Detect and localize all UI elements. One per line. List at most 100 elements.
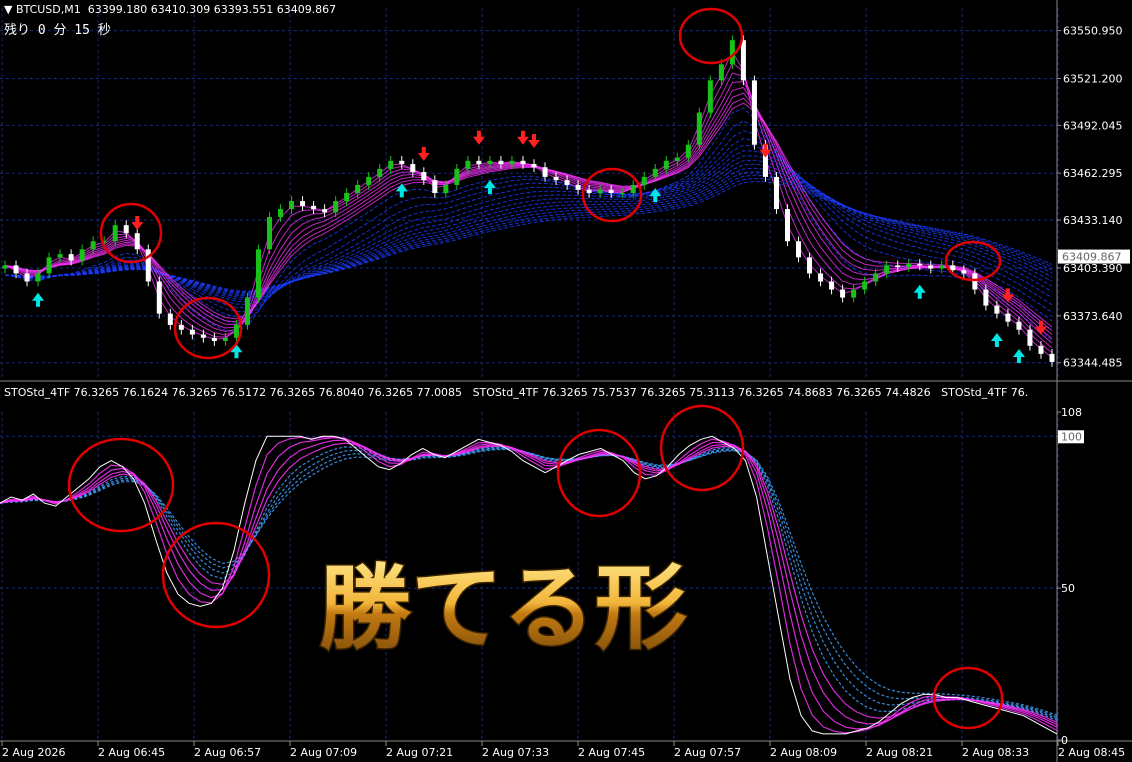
- buy-arrow-icon: [230, 344, 243, 359]
- candle-bull: [851, 289, 857, 298]
- price-ribbon-magenta: [4, 62, 1053, 354]
- candle-bull: [388, 160, 394, 169]
- candle-bull: [884, 265, 890, 274]
- candle-bull: [377, 168, 383, 177]
- candle-bull: [355, 184, 361, 193]
- candle-bear: [740, 40, 746, 81]
- price-ribbon-magenta: [4, 97, 1053, 331]
- osc-tick-label: 50: [1061, 582, 1075, 595]
- symbol-label[interactable]: ▼ BTCUSD,M1: [4, 3, 81, 16]
- time-tick-label: 2 Aug 07:57: [674, 746, 741, 759]
- price-tick-label: 63462.295: [1063, 167, 1123, 180]
- highlight-circle: [99, 202, 163, 264]
- price-tick-label: 63550.950: [1063, 25, 1123, 38]
- buy-arrow-icon: [32, 292, 45, 307]
- candle-bull: [90, 241, 96, 250]
- candle-bull: [57, 254, 63, 258]
- candle-bear: [840, 289, 846, 298]
- sell-arrow-icon: [417, 146, 430, 161]
- current-price-label: 63409.867: [1062, 251, 1122, 264]
- candle-bear: [575, 184, 581, 190]
- ohlc-readout: 63399.180 63410.309 63393.551 63409.867: [87, 3, 337, 16]
- time-tick-label: 2 Aug 08:45: [1058, 746, 1125, 759]
- candle-bear: [950, 265, 956, 271]
- osc-tick-label: 100: [1061, 430, 1082, 443]
- price-ribbon-magenta: [4, 92, 1053, 335]
- candle-bull: [112, 225, 118, 242]
- candle-bear: [13, 265, 19, 274]
- price-ribbon-blue: [4, 155, 1053, 303]
- candle-bull: [79, 249, 85, 261]
- candle-bull: [2, 265, 8, 269]
- price-tick-label: 63433.140: [1063, 214, 1123, 227]
- candle-bull: [244, 297, 250, 325]
- candle-bear: [498, 160, 504, 165]
- candle-bear: [784, 209, 790, 242]
- candle-bear: [972, 273, 978, 290]
- sell-arrow-icon: [131, 216, 144, 230]
- time-tick-label: 2 Aug 07:09: [290, 746, 357, 759]
- indicator-values-2: STOStd_4TF 76.3265 75.7537 76.3265 75.31…: [472, 386, 931, 399]
- bar-timer: 残り 0 分 15 秒: [4, 23, 111, 38]
- buy-arrow-icon: [1012, 349, 1025, 364]
- candle-bear: [917, 263, 923, 266]
- candle-bear: [167, 313, 173, 325]
- candle-bull: [509, 160, 515, 165]
- time-tick-label: 2 Aug 08:33: [962, 746, 1029, 759]
- price-tick-label: 63373.640: [1063, 310, 1123, 323]
- candle-bear: [608, 189, 614, 193]
- candle-bear: [68, 254, 74, 261]
- sell-arrow-icon: [528, 133, 541, 148]
- candle-bull: [255, 249, 261, 298]
- candle-bear: [553, 176, 559, 181]
- price-tick-label: 63521.200: [1063, 72, 1123, 85]
- candle-bear: [476, 160, 482, 165]
- candle-bear: [1016, 321, 1022, 330]
- candle-bull: [939, 265, 945, 269]
- candle-bear: [1038, 345, 1044, 354]
- buy-arrow-icon: [483, 180, 496, 195]
- candle-bull: [906, 263, 912, 267]
- candle-bear: [410, 164, 416, 173]
- candle-bear: [311, 205, 317, 210]
- candle-bull: [454, 168, 460, 185]
- candle-bear: [189, 329, 195, 335]
- candle-bull: [233, 324, 239, 338]
- candle-bear: [895, 265, 901, 267]
- candle-bull: [685, 144, 691, 158]
- time-tick-label: 2 Aug 07:33: [482, 746, 549, 759]
- candle-bear: [211, 337, 217, 341]
- candle-bull: [663, 160, 669, 169]
- time-tick-label: 2 Aug 06:45: [98, 746, 165, 759]
- price-tick-label: 63403.390: [1063, 262, 1123, 275]
- indicator-values-3: STOStd_4TF 76.: [941, 386, 1029, 399]
- candle-bull: [443, 184, 449, 193]
- candle-bear: [983, 289, 989, 306]
- candle-bull: [46, 257, 52, 274]
- price-tick-label: 63344.485: [1063, 357, 1123, 370]
- candle-bear: [134, 233, 140, 250]
- candle-bull: [278, 209, 284, 218]
- candle-bear: [1049, 353, 1055, 362]
- price-ribbon-blue: [4, 150, 1053, 305]
- candle-bear: [818, 273, 824, 282]
- candle-bear: [200, 334, 206, 338]
- candle-bull: [366, 176, 372, 185]
- price-ribbon-magenta: [4, 50, 1053, 358]
- osc-tick-label: 108: [1061, 406, 1082, 419]
- time-tick-label: 2 Aug 07:45: [578, 746, 645, 759]
- candle-bull: [333, 201, 339, 213]
- sell-arrow-icon: [472, 130, 485, 145]
- candle-bear: [807, 257, 813, 274]
- buy-arrow-icon: [395, 183, 408, 198]
- candle-bull: [652, 168, 658, 177]
- candle-bull: [222, 337, 228, 341]
- candle-bear: [123, 225, 129, 234]
- candle-bear: [24, 273, 30, 282]
- price-ribbon-magenta: [4, 72, 1053, 349]
- highlight-circle: [67, 437, 175, 533]
- sell-arrow-icon: [516, 130, 529, 145]
- candle-bear: [751, 80, 757, 145]
- candle-bear: [796, 241, 802, 258]
- candle-bull: [619, 193, 625, 194]
